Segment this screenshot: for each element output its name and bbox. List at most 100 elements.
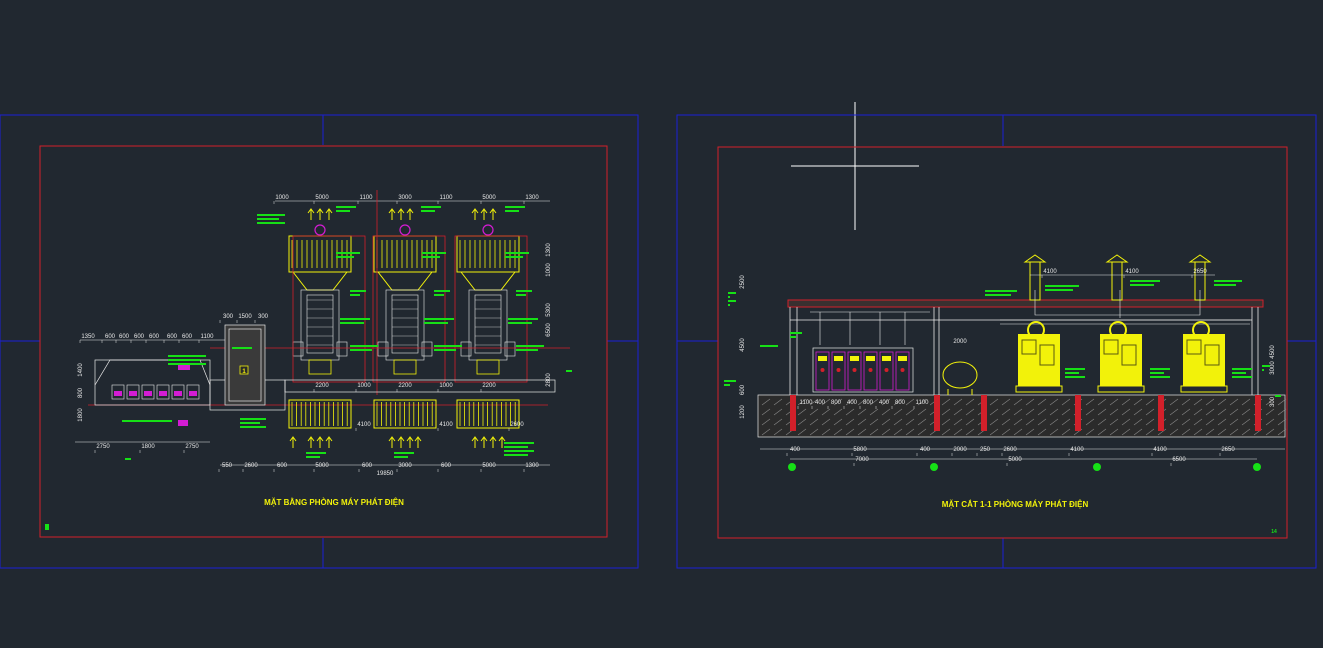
intake-arrows-bottom	[289, 436, 506, 448]
dimension-text: 1350	[81, 334, 95, 340]
annotation-line	[728, 292, 736, 294]
annotation-line	[1150, 376, 1170, 378]
switchboard-lamp	[884, 368, 889, 372]
annotation-line	[728, 300, 736, 302]
mount	[336, 341, 348, 357]
switchboard-meter	[882, 356, 891, 361]
hood	[292, 271, 348, 291]
generator-section-3	[1180, 321, 1228, 393]
dimension-text: 600	[740, 384, 746, 395]
annotation-line	[1214, 280, 1242, 282]
dimension-text: 300	[1270, 396, 1276, 407]
annotation-line	[257, 214, 285, 216]
generator-plan-2	[373, 224, 437, 375]
annotation-line	[350, 290, 366, 292]
plan-row-dims: 1350 600 600 600 600 600 600 1100	[79, 334, 215, 343]
panel-tag	[178, 420, 188, 426]
annotation-line	[508, 318, 538, 320]
annotation-line	[505, 252, 529, 254]
column	[981, 395, 987, 431]
dimension-text: 1500	[238, 314, 252, 320]
dimension-text: 1300	[546, 243, 552, 257]
dimension-text: 300	[223, 314, 234, 320]
plan-top-dims: 1000 5000 1100 3000 1100 5000 1300	[273, 195, 539, 204]
annotation-line	[1262, 369, 1264, 371]
annotation-line	[336, 252, 360, 254]
roof-slab	[787, 299, 1264, 308]
annotation-line	[516, 294, 526, 296]
annotation-line	[1065, 372, 1079, 374]
dimension-text: 600	[134, 334, 145, 340]
switchboard-lamp	[852, 368, 857, 372]
mount	[504, 341, 516, 357]
dimension-text: 300	[258, 314, 269, 320]
dimension-text: 1800	[78, 408, 84, 422]
dimension-text: 4100	[1043, 269, 1057, 275]
dimension-text: 1100	[201, 334, 215, 340]
dimension-text: 4100	[1153, 447, 1167, 453]
annotation-line	[505, 206, 525, 208]
alternator	[476, 359, 500, 375]
tank-dim: 2000	[953, 339, 967, 345]
dimension-text: 2600	[1003, 447, 1017, 453]
dimension-text: 3000	[398, 463, 412, 469]
dimension-text: 6500	[546, 323, 552, 337]
annotation-line	[421, 210, 435, 212]
annotation-line	[1232, 376, 1252, 378]
dimension-text: 4500	[740, 338, 746, 352]
section-sheet-title: MẶT CẮT 1-1 PHÒNG MÁY PHÁT ĐIỆN	[942, 500, 1089, 509]
column	[1075, 395, 1081, 431]
panel-fill	[159, 391, 167, 396]
genset-base	[1180, 385, 1228, 393]
dimension-text: 1300	[525, 195, 539, 201]
switchboard-frame	[812, 347, 914, 393]
dimension-text: 2600	[244, 463, 258, 469]
genset-base	[1097, 385, 1145, 393]
fuel-tank	[942, 361, 978, 389]
dimension-text: 1300	[525, 463, 539, 469]
mount	[377, 341, 389, 357]
dimension-text: 600	[149, 334, 160, 340]
alternator	[308, 359, 332, 375]
dimension-text: 2500	[740, 275, 746, 289]
engine-body	[474, 294, 502, 354]
dimension-text: 5000	[482, 463, 496, 469]
plan-gen-dims: 2200 1000 2200 1000 2200	[313, 383, 496, 392]
grid-axis-markers	[788, 463, 1261, 471]
annotation-line	[340, 322, 364, 324]
dimension-text: 400	[790, 447, 801, 453]
switchboard-meter	[818, 356, 827, 361]
annotation-line	[434, 349, 456, 351]
annotation-line	[1130, 280, 1160, 282]
stack-pipe	[1111, 261, 1123, 301]
annotation-line	[434, 294, 444, 296]
exhaust-outlet	[314, 224, 326, 236]
annotation-line	[350, 345, 378, 347]
annotation-line	[336, 256, 354, 258]
dimension-text: 800	[895, 400, 906, 406]
generator-plan-3	[456, 224, 520, 375]
annotation-line	[168, 359, 200, 361]
exhaust-stacks	[1023, 254, 1212, 301]
annotation-line	[516, 349, 538, 351]
annotation-line	[1130, 284, 1154, 286]
cad-drawing-canvas[interactable]: 1000 5000 1100 3000 1100 5000 1300 1 550…	[0, 0, 1323, 648]
dimension-text: 2200	[482, 383, 496, 389]
dimension-text: 2800	[546, 373, 552, 387]
switchboard-meter	[898, 356, 907, 361]
dimension-text: 1000	[357, 383, 371, 389]
dimension-text: 4100	[1125, 269, 1139, 275]
annotation-line	[1065, 376, 1085, 378]
switchboard-meter	[850, 356, 859, 361]
dimension-text: 5800	[853, 447, 867, 453]
electrical-panels-plan	[111, 365, 200, 426]
dimension-text: 2650	[1193, 269, 1207, 275]
annotation-line	[336, 206, 356, 208]
stack-cap	[1023, 254, 1047, 263]
dimension-text: 1400	[78, 363, 84, 377]
panel-fill	[129, 391, 137, 396]
annotation-line	[434, 290, 450, 292]
dimension-text: 800	[863, 400, 874, 406]
section-right-dims: 4500 3000 300	[1270, 345, 1276, 407]
plan-walls	[94, 324, 556, 411]
